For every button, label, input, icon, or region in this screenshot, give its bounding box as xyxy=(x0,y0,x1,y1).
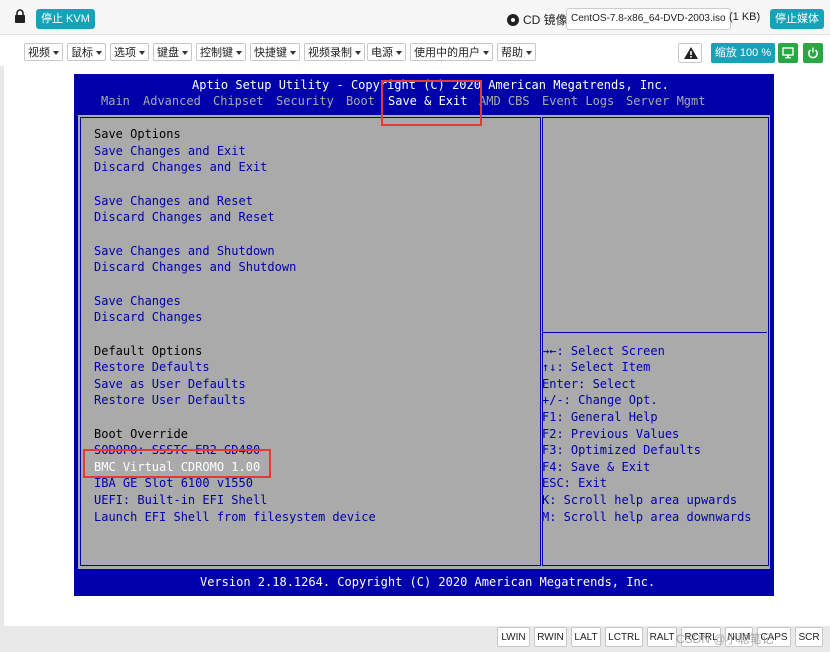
chevron-down-icon xyxy=(396,51,402,56)
tab-amd-cbs[interactable]: AMD CBS xyxy=(479,94,530,108)
key-lwin[interactable]: LWIN xyxy=(497,627,530,647)
option-save-user-defaults[interactable]: Save as User Defaults xyxy=(94,377,246,391)
menu-help-label: 帮助 xyxy=(501,47,523,59)
left-edge xyxy=(0,66,4,626)
help-enter-select: Enter: Select xyxy=(542,377,636,391)
stop-kvm-button[interactable]: 停止 KVM xyxy=(36,9,95,29)
annotation-bmc-cdrom xyxy=(83,449,271,478)
bios-footer: Version 2.18.1264. Copyright (C) 2020 Am… xyxy=(200,575,656,589)
tab-security[interactable]: Security xyxy=(276,94,334,108)
section-save-options: Save Options xyxy=(94,127,181,141)
option-boot-uefi-shell[interactable]: UEFI: Built-in EFI Shell xyxy=(94,493,267,507)
menu-active-users-label: 使用中的用户 xyxy=(414,47,480,59)
option-restore-defaults[interactable]: Restore Defaults xyxy=(94,360,210,374)
section-default-options: Default Options xyxy=(94,344,203,358)
option-discard-changes[interactable]: Discard Changes xyxy=(94,310,202,324)
tab-server-mgmt[interactable]: Server Mgmt xyxy=(626,94,705,108)
option-boot-iba-ge[interactable]: IBA GE Slot 6100 v1550 xyxy=(94,476,253,490)
menu-hotkeys[interactable]: 快捷键 xyxy=(250,43,300,61)
option-save-changes-exit[interactable]: Save Changes and Exit xyxy=(94,144,246,158)
warning-icon xyxy=(684,47,698,59)
chevron-down-icon xyxy=(139,51,145,56)
key-ralt[interactable]: RALT xyxy=(647,627,677,647)
monitor-button[interactable] xyxy=(778,43,798,63)
menu-control-keys[interactable]: 控制键 xyxy=(196,43,246,61)
help-divider xyxy=(542,332,767,333)
kvm-menu-bar: 视频 鼠标 选项 键盘 控制键 快捷键 视频录制 电源 使用中的用户 帮助 xyxy=(0,40,830,66)
menu-power-label: 电源 xyxy=(371,47,393,59)
help-previous-values: F2: Previous Values xyxy=(542,427,680,441)
key-lctrl[interactable]: LCTRL xyxy=(605,627,643,647)
iso-size: (1 KB) xyxy=(729,11,761,23)
menu-video-label: 视频 xyxy=(28,47,50,59)
stop-media-button[interactable]: 停止媒体 xyxy=(770,9,824,29)
lock-icon xyxy=(15,9,25,23)
help-scroll-down: M: Scroll help area downwards xyxy=(542,510,752,524)
menu-keyboard[interactable]: 键盘 xyxy=(153,43,192,61)
menu-control-keys-label: 控制键 xyxy=(200,47,233,59)
menu-video-record[interactable]: 视频录制 xyxy=(304,43,365,61)
kvm-top-bar: 停止 KVM CD 镜像: CentOS-7.8-x86_64-DVD-2003… xyxy=(0,0,830,35)
tab-boot[interactable]: Boot xyxy=(346,94,375,108)
chevron-down-icon xyxy=(53,51,59,56)
chevron-down-icon xyxy=(526,51,532,56)
help-optimized-defaults: F3: Optimized Defaults xyxy=(542,443,701,457)
option-save-changes-reset[interactable]: Save Changes and Reset xyxy=(94,194,253,208)
option-save-changes-shutdown[interactable]: Save Changes and Shutdown xyxy=(94,244,275,258)
tab-event-logs[interactable]: Event Logs xyxy=(542,94,614,108)
menu-mouse-label: 鼠标 xyxy=(71,47,93,59)
help-save-exit: F4: Save & Exit xyxy=(542,460,651,474)
help-scroll-up: K: Scroll help area upwards xyxy=(542,493,738,507)
warning-button[interactable] xyxy=(678,43,702,63)
chevron-down-icon xyxy=(182,51,188,56)
menu-active-users[interactable]: 使用中的用户 xyxy=(410,43,493,61)
option-discard-changes-reset[interactable]: Discard Changes and Reset xyxy=(94,210,275,224)
power-icon xyxy=(808,47,818,59)
cd-label-text: CD 镜像: xyxy=(523,13,572,27)
menu-video[interactable]: 视频 xyxy=(24,43,63,61)
menu-power[interactable]: 电源 xyxy=(367,43,406,61)
menu-options[interactable]: 选项 xyxy=(110,43,149,61)
tab-advanced[interactable]: Advanced xyxy=(143,94,201,108)
option-discard-changes-shutdown[interactable]: Discard Changes and Shutdown xyxy=(94,260,296,274)
chevron-down-icon xyxy=(236,51,242,56)
bios-panel: Save Options Save Changes and Exit Disca… xyxy=(78,115,770,569)
cd-disc-icon xyxy=(507,13,519,26)
key-rwin[interactable]: RWIN xyxy=(534,627,567,647)
menu-hotkeys-label: 快捷键 xyxy=(254,47,287,59)
option-launch-efi-shell[interactable]: Launch EFI Shell from filesystem device xyxy=(94,510,376,524)
menu-options-label: 选项 xyxy=(114,47,136,59)
key-lalt[interactable]: LALT xyxy=(571,627,601,647)
menu-keyboard-label: 键盘 xyxy=(157,47,179,59)
monitor-icon xyxy=(782,47,794,59)
cd-image-label: CD 镜像: xyxy=(507,11,571,28)
key-scr[interactable]: SCR xyxy=(795,627,823,647)
chevron-down-icon xyxy=(483,51,489,56)
iso-filename[interactable]: CentOS-7.8-x86_64-DVD-2003.iso xyxy=(566,8,731,30)
help-select-screen: →←: Select Screen xyxy=(542,344,665,358)
watermark: CSDN @小聪笔记 xyxy=(676,632,774,646)
option-save-changes[interactable]: Save Changes xyxy=(94,294,181,308)
annotation-save-exit-tab xyxy=(381,80,482,126)
help-select-item: ↑↓: Select Item xyxy=(542,360,651,374)
section-boot-override: Boot Override xyxy=(94,427,188,441)
option-discard-changes-exit[interactable]: Discard Changes and Exit xyxy=(94,160,267,174)
help-change-opt: +/-: Change Opt. xyxy=(542,393,658,407)
menu-mouse[interactable]: 鼠标 xyxy=(67,43,106,61)
zoom-button[interactable]: 缩放 100 % xyxy=(711,43,775,63)
help-general-help: F1: General Help xyxy=(542,410,658,424)
help-esc-exit: ESC: Exit xyxy=(542,476,608,490)
option-restore-user-defaults[interactable]: Restore User Defaults xyxy=(94,393,246,407)
chevron-down-icon xyxy=(96,51,102,56)
chevron-down-icon xyxy=(355,51,361,56)
menu-video-record-label: 视频录制 xyxy=(308,47,352,59)
tab-chipset[interactable]: Chipset xyxy=(213,94,264,108)
menu-help[interactable]: 帮助 xyxy=(497,43,536,61)
bios-screen[interactable]: Aptio Setup Utility - Copyright (C) 2020… xyxy=(74,74,774,596)
tab-main[interactable]: Main xyxy=(101,94,130,108)
power-button[interactable] xyxy=(803,43,823,63)
chevron-down-icon xyxy=(290,51,296,56)
